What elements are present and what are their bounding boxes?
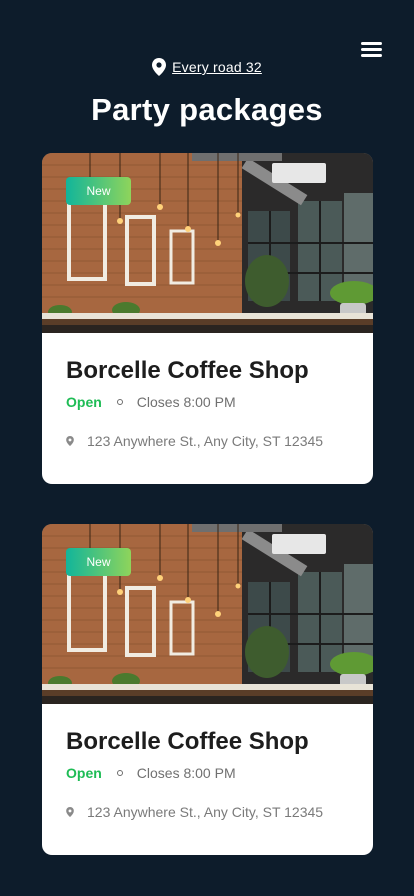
venue-card[interactable]: New Borcelle Coffee Shop Open Closes 8:0… bbox=[42, 524, 373, 855]
open-status: Open bbox=[66, 765, 102, 781]
page-title: Party packages bbox=[91, 92, 323, 127]
venue-address: 123 Anywhere St., Any City, ST 12345 bbox=[87, 804, 324, 820]
hamburger-menu-icon[interactable] bbox=[360, 40, 384, 60]
new-badge: New bbox=[66, 548, 131, 576]
location-selector[interactable]: Every road 32 bbox=[0, 58, 414, 76]
separator-dot-icon bbox=[116, 399, 123, 405]
open-status: Open bbox=[66, 394, 102, 410]
address-row: 123 Anywhere St., Any City, ST 12345 bbox=[66, 804, 323, 820]
address-row: 123 Anywhere St., Any City, ST 12345 bbox=[66, 433, 323, 449]
venue-card[interactable]: New Borcelle Coffee Shop Open Closes 8:0… bbox=[42, 153, 373, 484]
map-pin-icon bbox=[152, 58, 166, 76]
map-pin-icon bbox=[66, 436, 74, 446]
status-row: Open Closes 8:00 PM bbox=[66, 394, 236, 410]
closing-time: Closes 8:00 PM bbox=[136, 394, 236, 410]
location-link[interactable]: Every road 32 bbox=[172, 59, 262, 75]
venue-address: 123 Anywhere St., Any City, ST 12345 bbox=[87, 433, 324, 449]
separator-dot-icon bbox=[116, 770, 123, 776]
new-badge: New bbox=[66, 177, 131, 205]
map-pin-icon bbox=[66, 807, 74, 817]
status-row: Open Closes 8:00 PM bbox=[66, 765, 236, 781]
venue-name: Borcelle Coffee Shop bbox=[66, 728, 309, 755]
venue-name: Borcelle Coffee Shop bbox=[66, 357, 309, 384]
closing-time: Closes 8:00 PM bbox=[136, 765, 236, 781]
